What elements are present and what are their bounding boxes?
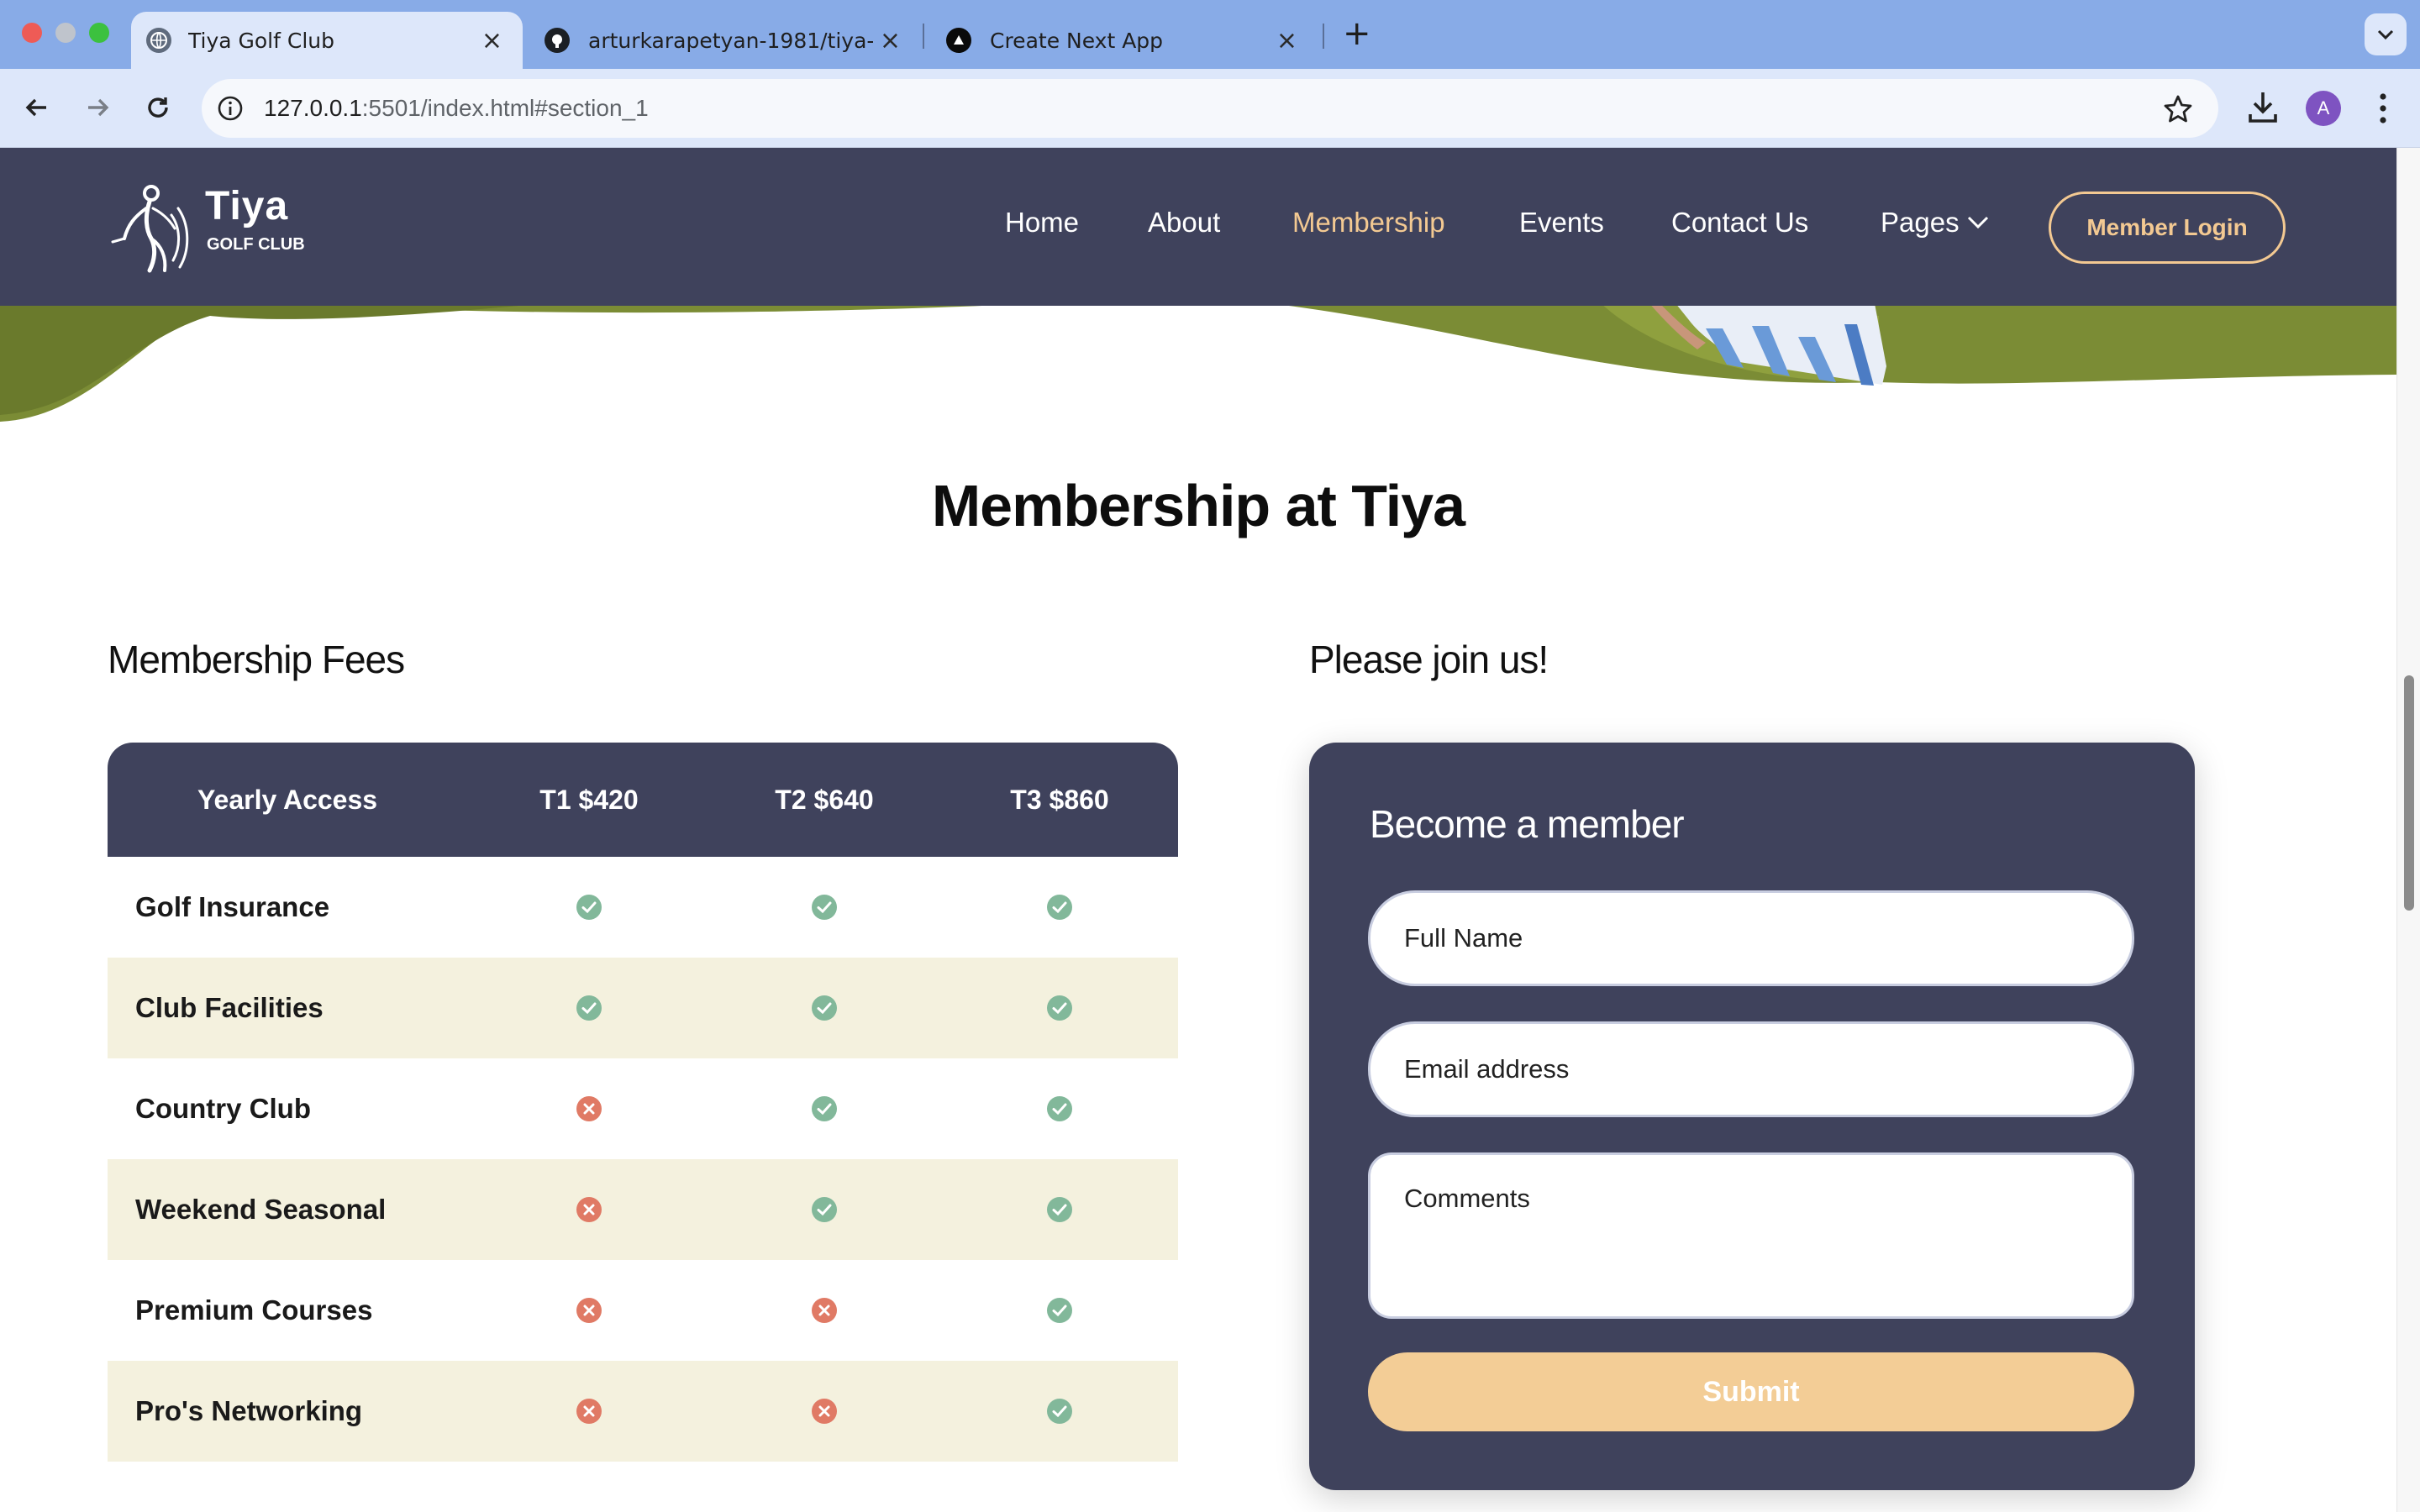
check-icon	[1047, 1096, 1072, 1121]
site-info-icon[interactable]	[217, 95, 244, 122]
back-icon[interactable]	[20, 91, 54, 124]
profile-avatar[interactable]: A	[2306, 91, 2341, 126]
window-close-button[interactable]	[22, 23, 42, 43]
download-icon[interactable]	[2245, 87, 2281, 126]
new-tab-icon[interactable]: +	[1343, 15, 1371, 52]
column-header: T3 $860	[1010, 785, 1109, 815]
chevron-down-icon	[2377, 29, 2394, 40]
nav-contact-us[interactable]: Contact Us	[1671, 207, 1808, 239]
check-icon	[576, 895, 602, 920]
row-label: Country Club	[135, 1093, 311, 1124]
check-icon	[812, 995, 837, 1021]
column-header: T1 $420	[539, 785, 639, 815]
nav-membership[interactable]: Membership	[1292, 207, 1445, 239]
table-row: Country Club	[108, 1058, 1178, 1159]
check-icon	[812, 1096, 837, 1121]
tab-separator	[923, 24, 924, 49]
comments-textarea[interactable]	[1368, 1152, 2134, 1319]
golfer-logo-icon[interactable]	[108, 183, 192, 276]
check-icon	[1047, 895, 1072, 920]
nav-events[interactable]: Events	[1519, 207, 1604, 239]
reload-icon[interactable]	[141, 91, 175, 124]
column-header: T2 $640	[775, 785, 874, 815]
globe-icon	[146, 28, 171, 53]
table-body: Golf Insurance Club Facilities Country Clu…	[108, 857, 1178, 1462]
check-icon	[1047, 1298, 1072, 1323]
browser-tab[interactable]: arturkarapetyan-1981/tiya-golf ×	[531, 12, 914, 69]
nextjs-icon	[946, 28, 971, 53]
table-row: Pro's Networking	[108, 1361, 1178, 1462]
window-minimize-button[interactable]	[55, 23, 76, 43]
row-label: Golf Insurance	[135, 891, 330, 922]
nav-about[interactable]: About	[1148, 207, 1220, 239]
site-header: Tiya GOLF CLUB Home About Membership Eve…	[0, 148, 2396, 306]
tab-title: arturkarapetyan-1981/tiya-golf	[588, 28, 873, 53]
submit-button[interactable]: Submit	[1368, 1352, 2134, 1431]
url-text: 127.0.0.1:5501/index.html#section_1	[264, 95, 649, 121]
tab-close-icon[interactable]: ×	[1276, 26, 1297, 55]
page-title: Membership at Tiya	[931, 473, 1465, 538]
cross-icon	[576, 1197, 602, 1222]
browser-tab[interactable]: Tiya Golf Club ×	[131, 12, 523, 69]
check-icon	[1047, 1197, 1072, 1222]
tab-search-button[interactable]	[2365, 13, 2407, 55]
form-title: Become a member	[1370, 802, 1685, 846]
tab-title: Tiya Golf Club	[188, 28, 334, 53]
more-menu-icon[interactable]	[2376, 91, 2390, 126]
row-label: Club Facilities	[135, 992, 324, 1023]
window-maximize-button[interactable]	[89, 23, 109, 43]
tab-separator	[1323, 24, 1324, 49]
full-name-input[interactable]	[1368, 890, 2134, 986]
cross-icon	[576, 1096, 602, 1121]
cross-icon	[812, 1298, 837, 1323]
chevron-down-icon[interactable]	[1966, 215, 1990, 230]
check-icon	[576, 995, 602, 1021]
scrollbar-thumb[interactable]	[2404, 675, 2414, 911]
page-viewport: Tiya GOLF CLUB Home About Membership Eve…	[0, 148, 2420, 1512]
join-heading: Please join us!	[1309, 638, 1549, 681]
row-label: Premium Courses	[135, 1294, 373, 1326]
browser-tab-bar: Tiya Golf Club × arturkarapetyan-1981/ti…	[0, 0, 2420, 69]
cross-icon	[812, 1399, 837, 1424]
tab-close-icon[interactable]: ×	[481, 26, 502, 55]
table-row: Weekend Seasonal	[108, 1159, 1178, 1260]
table-row: Golf Insurance	[108, 857, 1178, 958]
forward-icon[interactable]	[81, 91, 114, 124]
row-label: Weekend Seasonal	[135, 1194, 387, 1225]
brand-name[interactable]: Tiya	[205, 183, 288, 229]
tab-title: Create Next App	[990, 28, 1164, 53]
membership-fees-table: Yearly Access T1 $420 T2 $640 T3 $860 Go…	[108, 743, 1178, 1462]
check-icon	[812, 1197, 837, 1222]
check-icon	[1047, 995, 1072, 1021]
membership-form: Become a member Submit	[1309, 743, 2195, 1490]
nav-home[interactable]: Home	[1005, 207, 1079, 239]
column-header: Yearly Access	[197, 785, 378, 815]
table-row: Premium Courses	[108, 1260, 1178, 1361]
member-login-button[interactable]: Member Login	[2049, 192, 2286, 264]
address-bar[interactable]: 127.0.0.1:5501/index.html#section_1	[202, 79, 2218, 138]
tab-close-icon[interactable]: ×	[880, 26, 901, 55]
check-icon	[812, 895, 837, 920]
browser-toolbar: 127.0.0.1:5501/index.html#section_1 A	[0, 69, 2420, 148]
brand-subtitle: GOLF CLUB	[207, 235, 305, 254]
cross-icon	[576, 1399, 602, 1424]
browser-tab[interactable]: Create Next App ×	[933, 12, 1311, 69]
page-scrollbar[interactable]	[2396, 148, 2420, 1512]
github-icon	[544, 28, 570, 53]
nav-pages[interactable]: Pages	[1881, 207, 1960, 239]
table-header: Yearly Access T1 $420 T2 $640 T3 $860	[108, 743, 1178, 857]
table-row: Club Facilities	[108, 958, 1178, 1058]
row-label: Pro's Networking	[135, 1395, 363, 1426]
email-input[interactable]	[1368, 1021, 2134, 1117]
check-icon	[1047, 1399, 1072, 1424]
cross-icon	[576, 1298, 602, 1323]
bookmark-star-icon[interactable]	[2161, 92, 2195, 126]
fees-heading: Membership Fees	[108, 638, 405, 681]
